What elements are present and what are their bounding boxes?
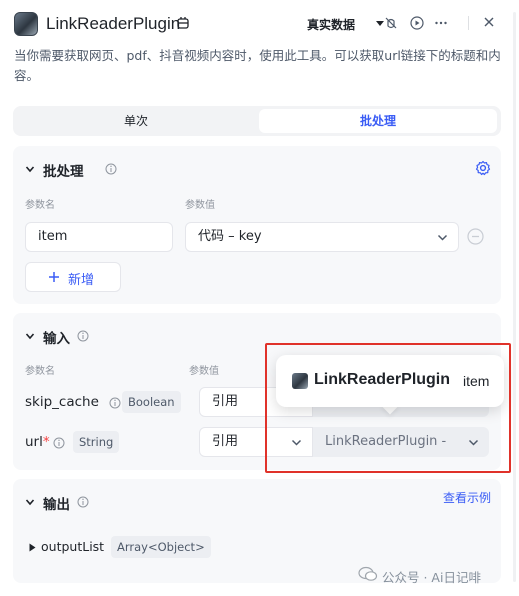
- scrollbar[interactable]: [513, 12, 516, 582]
- info-icon[interactable]: [77, 330, 89, 342]
- batch-name-input[interactable]: item: [25, 222, 173, 252]
- popover-plugin-name: LinkReaderPlugin: [314, 371, 451, 388]
- param-name-text: url: [25, 434, 43, 450]
- plugin-logo: [292, 373, 308, 389]
- col-name-label: 参数名: [25, 366, 55, 377]
- col-name-label: 参数名: [25, 200, 55, 211]
- info-icon[interactable]: [77, 496, 89, 508]
- remove-circle-icon[interactable]: [467, 228, 484, 245]
- plugin-logo: [14, 12, 38, 36]
- type-tag: Boolean: [122, 391, 181, 413]
- watermark-text: 公众号 · Ai日记啡: [382, 570, 481, 585]
- reference-popover: LinkReaderPlugin item: [276, 355, 504, 407]
- close-icon[interactable]: [483, 16, 495, 28]
- more-icon[interactable]: [434, 16, 448, 30]
- popover-field-name: item: [463, 373, 490, 389]
- tab-single[interactable]: 单次: [17, 109, 255, 133]
- info-icon[interactable]: [109, 397, 121, 409]
- chevron-down-icon: [468, 437, 479, 448]
- chevron-down-icon: [437, 234, 448, 241]
- add-button-label: 新增: [68, 273, 95, 288]
- type-tag: Array<Object>: [111, 536, 211, 558]
- section-title: 批处理: [43, 164, 84, 180]
- info-icon[interactable]: [53, 437, 65, 449]
- tab-batch[interactable]: 批处理: [259, 109, 497, 133]
- section-title: 输出: [43, 497, 70, 513]
- required-mark: *: [42, 434, 50, 450]
- mode-tabs: 单次 批处理: [13, 106, 501, 136]
- wechat-icon: [358, 566, 378, 581]
- batch-value-select[interactable]: 代码 – key: [185, 222, 459, 252]
- add-button[interactable]: 新增: [25, 262, 121, 292]
- chevron-down-icon: [291, 439, 302, 446]
- select-value: 代码 – key: [198, 229, 262, 244]
- batch-section: 批处理 参数名 参数值 item 代码 – key 新增: [13, 146, 501, 304]
- chevron-down-icon[interactable]: [25, 497, 35, 507]
- col-value-label: 参数值: [185, 200, 215, 211]
- section-title: 输入: [43, 331, 70, 347]
- ref-value-text: LinkReaderPlugin -: [325, 434, 447, 449]
- ref-mode-value: 引用: [212, 394, 239, 409]
- col-value-label: 参数值: [189, 366, 219, 377]
- gear-icon[interactable]: [475, 160, 491, 176]
- caret-right-icon[interactable]: [29, 543, 36, 552]
- ref-mode-value: 引用: [212, 434, 239, 449]
- ref-mode-select[interactable]: 引用: [199, 427, 313, 457]
- param-name: skip_cache: [25, 394, 99, 410]
- type-tag: String: [73, 431, 120, 453]
- param-name: url*: [25, 434, 50, 450]
- env-select[interactable]: 真实数据: [307, 16, 355, 33]
- chevron-down-icon[interactable]: [25, 331, 35, 341]
- info-icon[interactable]: [105, 163, 117, 175]
- output-name: outputList: [41, 539, 105, 554]
- plugin-title: LinkReaderPlugin: [46, 14, 181, 33]
- header-divider: [468, 16, 469, 30]
- bug-off-icon[interactable]: [384, 16, 398, 30]
- plugin-description: 当你需要获取网页、pdf、抖音视频内容时，使用此工具。可以获取url链接下的标题…: [14, 48, 501, 83]
- play-icon[interactable]: [410, 16, 424, 30]
- chevron-down-icon[interactable]: [25, 164, 35, 174]
- debug-icon[interactable]: [176, 16, 190, 30]
- plus-icon: [49, 272, 59, 282]
- see-example-link[interactable]: 查看示例: [443, 489, 491, 506]
- ref-value-select[interactable]: LinkReaderPlugin -: [313, 427, 489, 457]
- panel-header: LinkReaderPlugin 真实数据: [14, 10, 505, 42]
